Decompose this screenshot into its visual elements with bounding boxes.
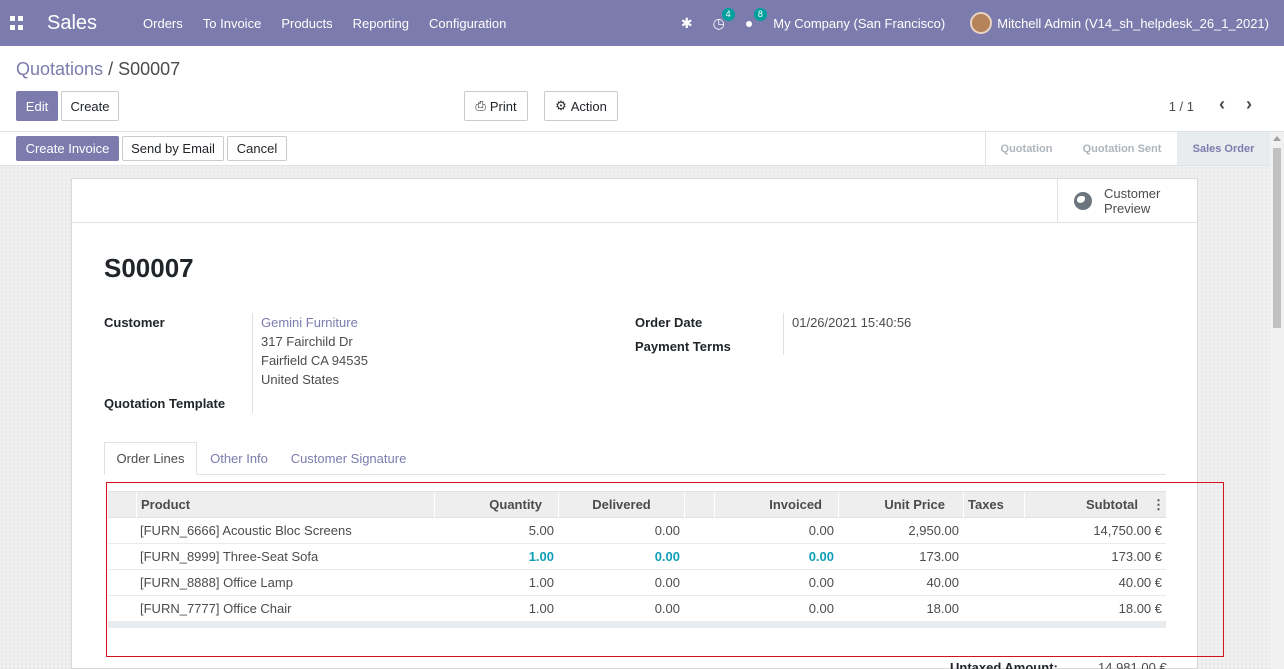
customer-address-city: Fairfield CA 94535 — [261, 353, 368, 368]
order-date-label: Order Date — [635, 315, 703, 330]
customer-preview-label: Customer Preview — [1104, 186, 1161, 216]
activity-count-badge: 4 — [721, 7, 735, 21]
apps-icon[interactable] — [10, 16, 24, 30]
user-menu[interactable]: Mitchell Admin (V14_sh_helpdesk_26_1_202… — [997, 16, 1269, 31]
pager-next-icon[interactable]: › — [1246, 94, 1252, 115]
menu-products[interactable]: Products — [281, 16, 332, 31]
edit-button[interactable]: Edit — [16, 91, 58, 121]
untaxed-amount-label: Untaxed Amount: — [950, 660, 1058, 669]
print-label: Print — [489, 98, 517, 114]
chat-icon[interactable]: ● 8 — [745, 8, 767, 31]
tab-customer-signature[interactable]: Customer Signature — [281, 442, 416, 475]
pager-value[interactable]: 1 / 1 — [1169, 99, 1194, 114]
menu-to-invoice[interactable]: To Invoice — [203, 16, 262, 31]
customer-label: Customer — [104, 315, 165, 330]
customer-address-street: 317 Fairchild Dr — [261, 334, 353, 349]
field-divider — [252, 313, 253, 413]
breadcrumb-current: S00007 — [118, 59, 181, 79]
bug-icon[interactable]: ✱ — [681, 15, 693, 32]
scrollbar-thumb[interactable] — [1273, 148, 1281, 328]
pager-previous-icon[interactable]: ‹ — [1219, 94, 1225, 115]
stage-quotation[interactable]: Quotation — [985, 132, 1067, 165]
avatar[interactable] — [970, 12, 993, 34]
button-box: Customer Preview — [72, 179, 1197, 223]
control-panel: Quotations / S00007 Edit Create ⎙ Print ⚙… — [0, 46, 1284, 132]
message-count-badge: 8 — [753, 8, 767, 21]
breadcrumb-separator: / — [103, 59, 119, 79]
tab-order-lines[interactable]: Order Lines — [104, 442, 197, 475]
notebook-tabs: Order Lines Other Info Customer Signatur… — [104, 442, 1166, 475]
stage-quotation-sent[interactable]: Quotation Sent — [1067, 132, 1177, 165]
scrollbar[interactable] — [1270, 132, 1284, 669]
menu-orders[interactable]: Orders — [143, 16, 183, 31]
print-icon: ⎙ — [475, 98, 486, 113]
untaxed-amount-value: 14,981.00 € — [1098, 660, 1167, 669]
customer-link[interactable]: Gemini Furniture — [261, 315, 358, 330]
payment-terms-label: Payment Terms — [635, 339, 731, 354]
field-divider — [783, 313, 784, 355]
breadcrumb-quotations[interactable]: Quotations — [16, 59, 103, 79]
create-invoice-button[interactable]: Create Invoice — [16, 136, 119, 161]
print-button[interactable]: ⎙ Print — [464, 91, 528, 121]
cancel-button[interactable]: Cancel — [227, 136, 287, 161]
action-label: Action — [570, 98, 607, 114]
menu-configuration[interactable]: Configuration — [429, 16, 506, 31]
create-button[interactable]: Create — [61, 91, 119, 121]
order-date-value: 01/26/2021 15:40:56 — [792, 315, 912, 330]
globe-icon — [1074, 192, 1092, 210]
customer-address-country: United States — [261, 372, 340, 387]
activity-clock-icon[interactable]: ◷ 4 — [713, 7, 735, 32]
tab-other-info[interactable]: Other Info — [200, 442, 278, 475]
quotation-template-label: Quotation Template — [104, 396, 226, 411]
action-button[interactable]: ⚙ Action — [544, 91, 618, 121]
app-name[interactable]: Sales — [47, 12, 97, 35]
gear-icon: ⚙ — [555, 98, 567, 113]
order-name: S00007 — [104, 253, 194, 283]
scroll-up-icon[interactable] — [1273, 136, 1281, 141]
breadcrumb: Quotations / S00007 — [16, 59, 180, 80]
highlight-box — [106, 482, 1224, 657]
customer-preview-button[interactable]: Customer Preview — [1057, 179, 1197, 223]
status-bar: Create Invoice Send by Email Cancel Quot… — [0, 132, 1270, 166]
send-by-email-button[interactable]: Send by Email — [122, 136, 224, 161]
menu-reporting[interactable]: Reporting — [353, 16, 409, 31]
top-navbar: Sales Orders To Invoice Products Reporti… — [0, 0, 1284, 46]
stage-sales-order[interactable]: Sales Order — [1177, 132, 1270, 165]
company-switcher[interactable]: My Company (San Francisco) — [773, 16, 945, 31]
